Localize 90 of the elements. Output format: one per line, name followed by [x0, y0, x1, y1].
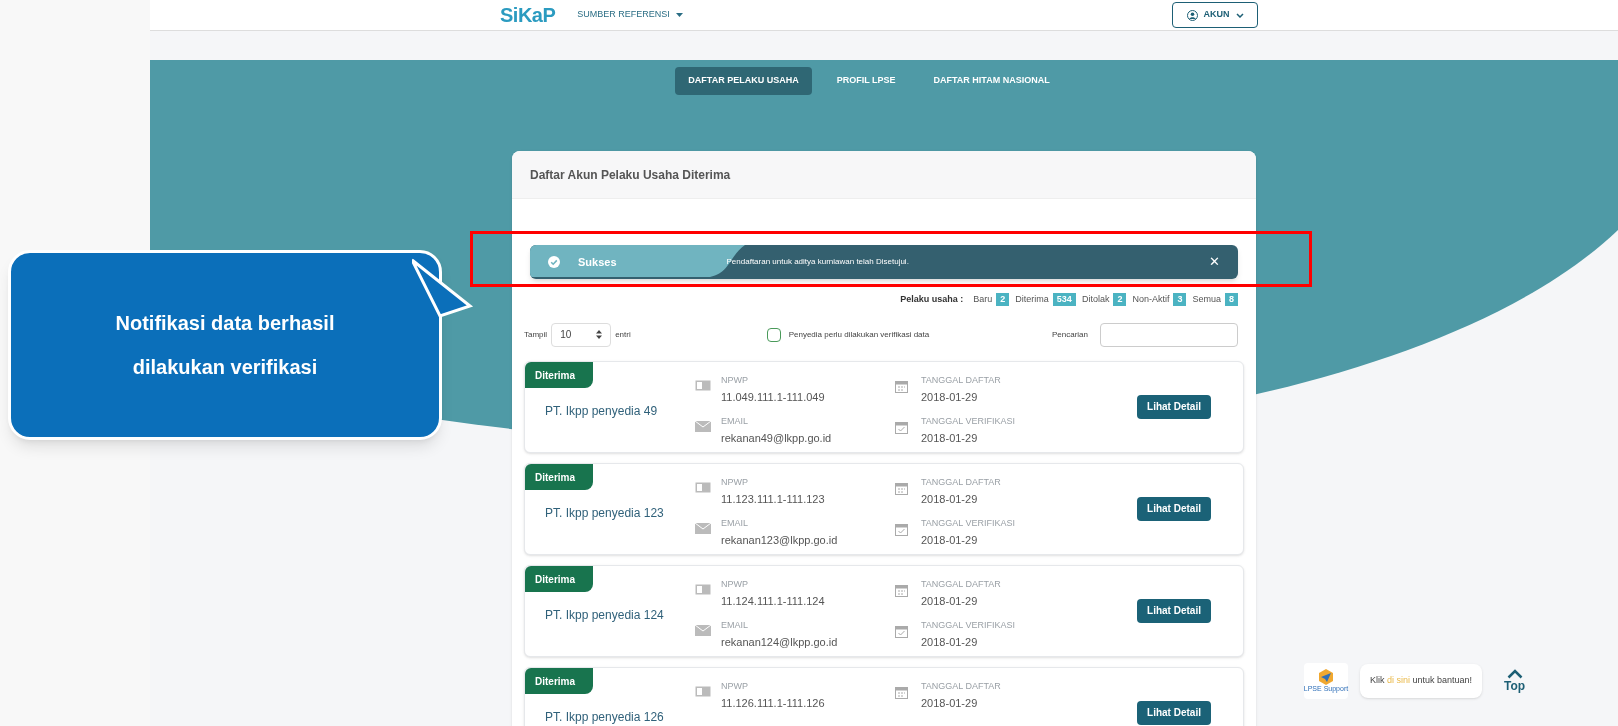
checkbox-label: Penyedia perlu dilakukan verifikasi data — [788, 328, 930, 341]
filter-link[interactable]: Non-Aktif — [1132, 293, 1170, 307]
nav-tab[interactable]: DAFTAR PELAKU USAHA — [675, 67, 812, 95]
field-label: NPWP — [721, 577, 749, 590]
status-badge: Diterima — [525, 463, 593, 490]
field-value: 2018-01-29 — [921, 491, 979, 506]
field-value: 2018-01-29 — [921, 634, 979, 649]
filter-link[interactable]: Diterima — [1015, 293, 1049, 307]
verification-checkbox[interactable] — [766, 327, 781, 342]
entries-select[interactable]: 10 — [551, 322, 612, 347]
field-label: NPWP — [721, 679, 749, 692]
show-label: Tampil — [524, 328, 548, 341]
count-badge: 534 — [1052, 293, 1076, 307]
field-label: EMAIL — [721, 414, 749, 427]
id-card-icon — [695, 379, 711, 391]
close-button[interactable]: ✕ — [1209, 252, 1220, 272]
id-card-icon — [695, 481, 711, 493]
field-value: 2018-01-29 — [921, 593, 979, 608]
mail-icon — [695, 420, 711, 432]
calendar-icon — [895, 420, 908, 434]
mail-icon — [695, 522, 711, 534]
id-card-icon — [695, 583, 711, 595]
field-label: TANGGAL DAFTAR — [921, 679, 1001, 692]
status-badge: Diterima — [525, 565, 593, 592]
field-label: TANGGAL DAFTAR — [921, 475, 1001, 488]
filter-link[interactable]: Semua — [1192, 293, 1221, 307]
id-card-icon — [695, 685, 711, 697]
field-label: EMAIL — [721, 516, 749, 529]
alert-message: Pendaftaran untuk aditya kurniawan telah Disetujui. — [726, 256, 909, 268]
help-message: Klik di sini untuk bantuan! — [1370, 674, 1473, 688]
field-label: NPWP — [721, 475, 749, 488]
help-bubble[interactable]: Klik di sini untuk bantuan! — [1360, 664, 1483, 698]
view-detail-button[interactable]: Lihat Detail — [1137, 598, 1211, 623]
check-circle-icon — [548, 256, 560, 268]
field-value: 2018-01-29 — [921, 695, 979, 710]
status-badge: Diterima — [525, 667, 593, 694]
field-label: TANGGAL DAFTAR — [921, 577, 1001, 590]
back-to-top-button[interactable]: Top — [1504, 669, 1526, 693]
user-icon — [1186, 9, 1198, 21]
calendar-icon — [895, 379, 908, 393]
calendar-icon — [895, 624, 908, 638]
filter-link[interactable]: Ditolak — [1081, 293, 1110, 307]
field-label: NPWP — [721, 373, 749, 386]
field-value: rekanan49@lkpp.go.id — [721, 430, 832, 445]
status-badge: Diterima — [525, 361, 593, 388]
calendar-icon — [895, 522, 908, 536]
chevron-icon — [1235, 12, 1244, 18]
paper-plane-icon — [1318, 669, 1334, 685]
chevron-up-icon — [1506, 669, 1523, 679]
field-label: EMAIL — [721, 618, 749, 631]
field-value: 2018-01-29 — [921, 430, 979, 445]
company-name: PT. Ikpp penyedia 124 — [544, 606, 665, 624]
callout-text: Notifikasi data berhasil dilakukan verifikasi — [114, 311, 336, 380]
count-badge: 3 — [1173, 293, 1187, 307]
view-detail-button[interactable]: Lihat Detail — [1137, 394, 1211, 419]
calendar-icon — [895, 685, 908, 699]
calendar-icon — [895, 583, 908, 597]
calendar-icon — [895, 481, 908, 495]
field-label: TANGGAL VERIFIKASI — [921, 414, 1016, 427]
field-value: rekanan124@lkpp.go.id — [721, 634, 838, 649]
field-label: TANGGAL VERIFIKASI — [921, 618, 1016, 631]
alert-title: Sukses — [578, 254, 617, 270]
field-value: 11.049.111.1-111.049 — [721, 389, 825, 404]
spinner-arrows-icon — [596, 330, 603, 339]
company-name: PT. Ikpp penyedia 123 — [544, 504, 665, 522]
company-name: PT. Ikpp penyedia 49 — [544, 402, 659, 420]
reference-menu[interactable]: SUMBER REFERENSI — [577, 8, 683, 22]
search-field[interactable] — [1100, 322, 1238, 347]
caret-icon — [675, 13, 683, 17]
field-value: 11.123.111.1-111.123 — [721, 491, 825, 506]
field-label: TANGGAL DAFTAR — [921, 373, 1001, 386]
count-badge: 2 — [1113, 293, 1127, 307]
count-badge: 2 — [996, 293, 1010, 307]
mail-icon — [695, 624, 711, 636]
count-badge: 8 — [1225, 293, 1238, 307]
field-label: TANGGAL VERIFIKASI — [921, 516, 1016, 529]
card-title: Daftar Akun Pelaku Usaha Diterima — [530, 166, 731, 184]
entries-label: entri — [615, 328, 631, 341]
view-detail-button[interactable]: Lihat Detail — [1137, 700, 1211, 725]
field-value: 11.124.111.1-111.124 — [721, 593, 825, 608]
field-value: 11.126.111.1-111.126 — [721, 695, 825, 710]
search-label: Pencarian — [1051, 328, 1088, 341]
field-value: rekanan123@lkpp.go.id — [721, 532, 838, 547]
field-value: 2018-01-29 — [921, 532, 979, 547]
company-name: PT. Ikpp penyedia 126 — [544, 708, 665, 726]
account-button[interactable]: AKUN — [1172, 2, 1258, 28]
view-detail-button[interactable]: Lihat Detail — [1137, 496, 1211, 521]
filter-link[interactable]: Baru — [973, 293, 993, 307]
field-value: 2018-01-29 — [921, 389, 979, 404]
counts-label: Pelaku usaha : — [900, 293, 964, 306]
